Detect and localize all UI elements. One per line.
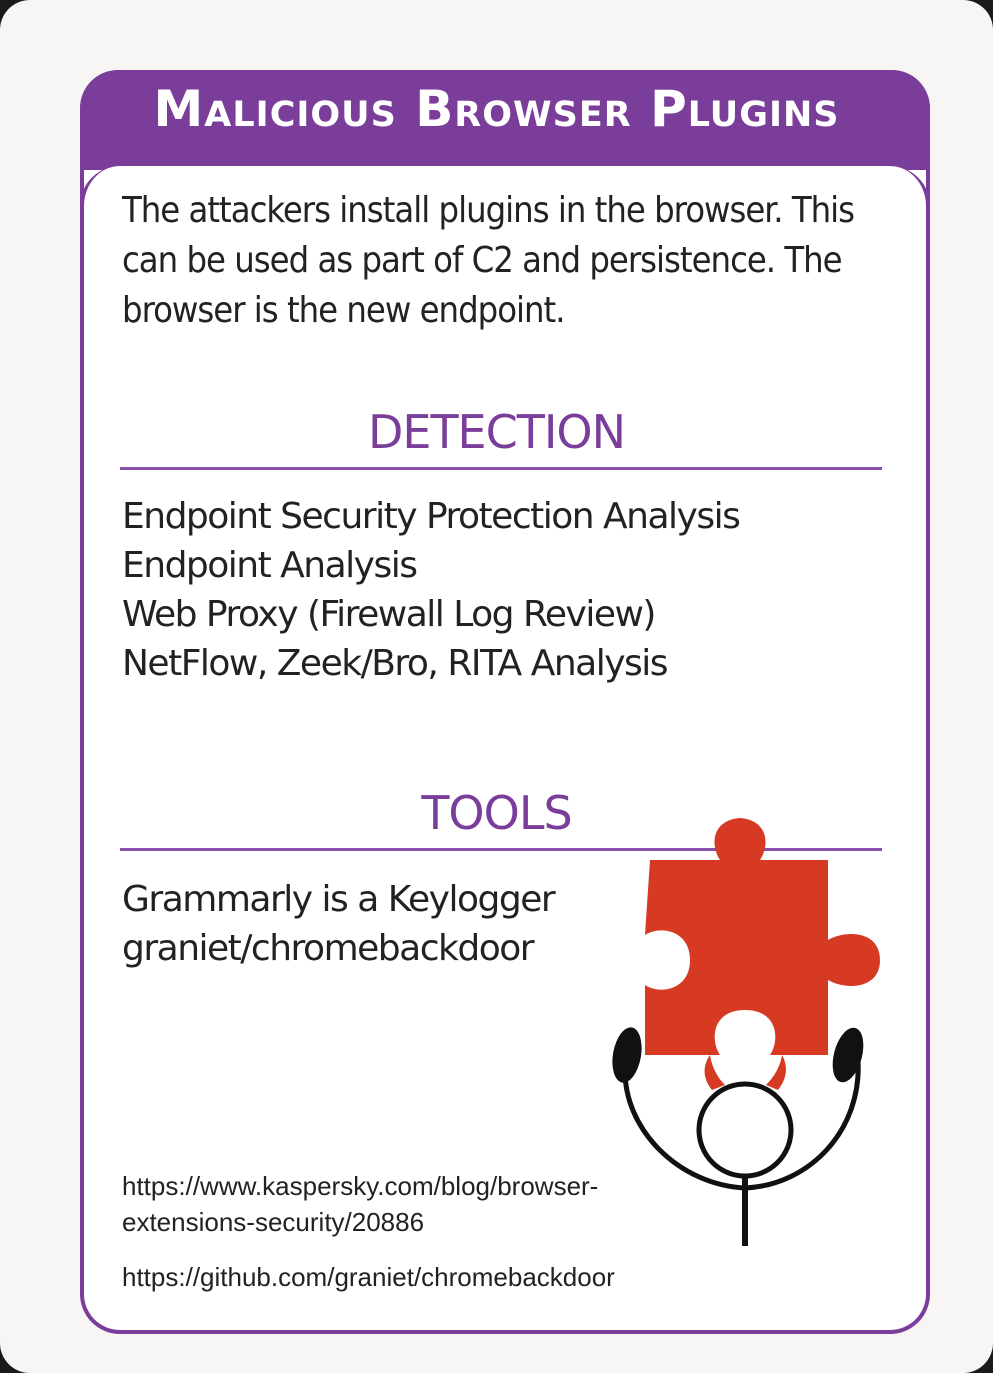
reference-link-1[interactable]: https://www.kaspersky.com/blog/browser-e… xyxy=(122,1168,682,1240)
list-item: NetFlow, Zeek/Bro, RITA Analysis xyxy=(122,643,669,684)
head-icon xyxy=(696,1081,794,1179)
hand-left-icon xyxy=(612,1027,642,1083)
list-item: Endpoint Analysis xyxy=(122,545,418,586)
list-item: Endpoint Security Protection Analysis xyxy=(122,496,741,537)
horn-left-icon xyxy=(704,1055,725,1090)
detection-list: Endpoint Security Protection Analysis En… xyxy=(122,492,882,688)
hand-right-icon xyxy=(832,1027,864,1083)
detection-divider xyxy=(120,467,882,470)
detection-heading: DETECTION xyxy=(367,405,626,459)
list-item: Web Proxy (Firewall Log Review) xyxy=(122,594,656,635)
card-title: Malicious Browser Plugins xyxy=(153,80,840,138)
card: Malicious Browser Plugins The attackers … xyxy=(0,0,993,1373)
puzzle-piece-devil-icon xyxy=(612,818,880,1246)
puzzle-piece-icon xyxy=(645,818,880,1055)
reference-link-2[interactable]: https://github.com/graniet/chromebackdoo… xyxy=(122,1262,682,1293)
card-description: The attackers install plugins in the bro… xyxy=(122,190,855,331)
horn-right-icon xyxy=(766,1055,786,1090)
